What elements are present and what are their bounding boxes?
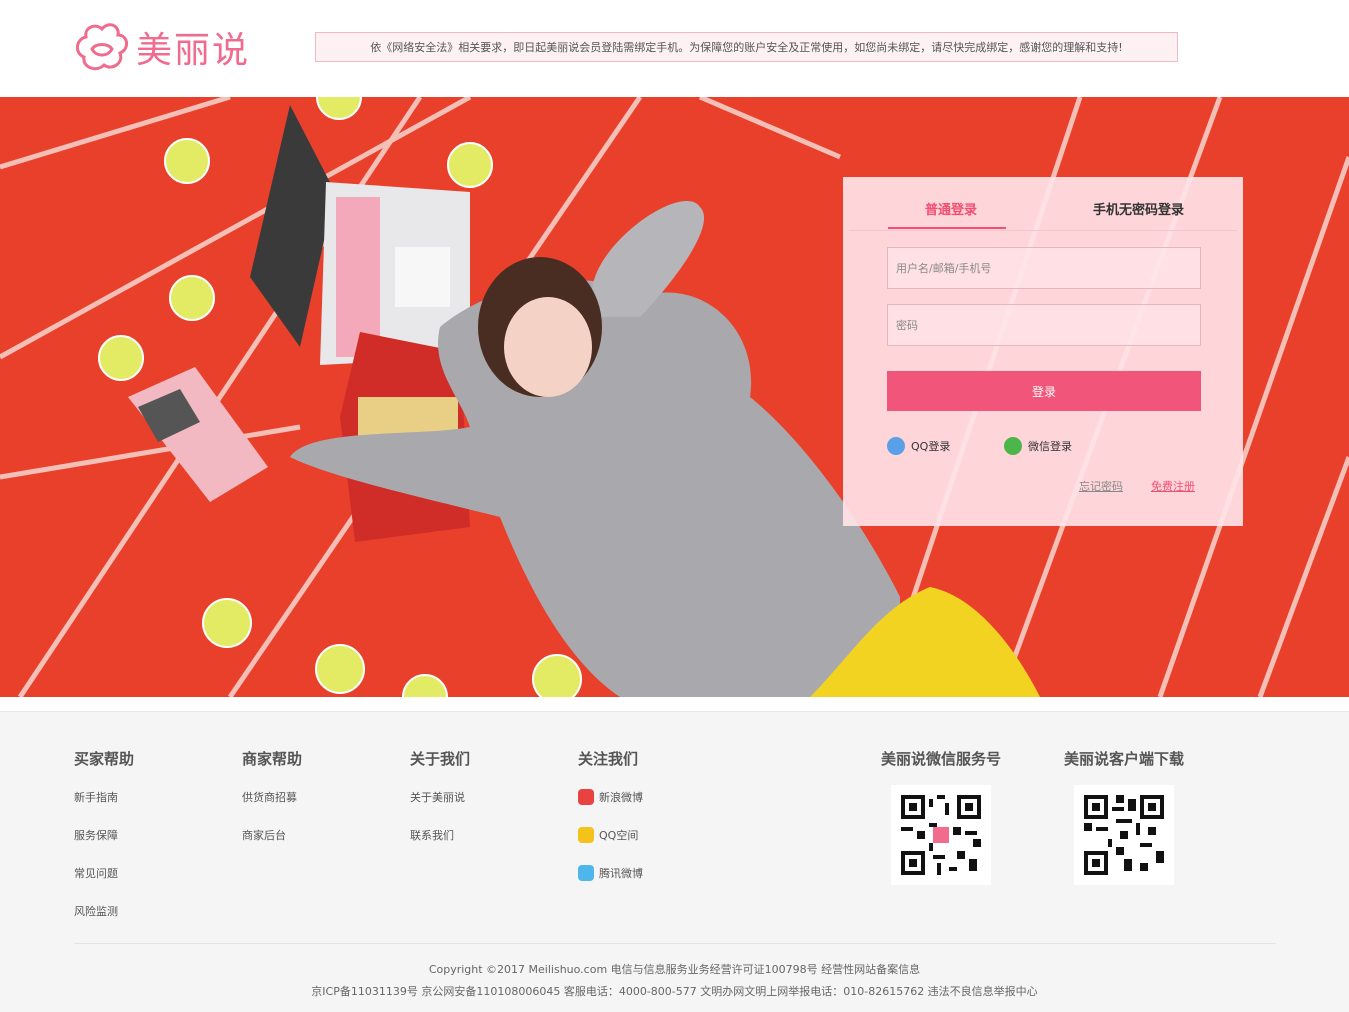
logo-text: 美丽说	[136, 30, 251, 71]
footer-link-label: 新浪微博	[599, 791, 643, 804]
footer-col-about: 关于我们 关于美丽说 联系我们	[410, 748, 470, 865]
footer-link-label: QQ空间	[599, 829, 639, 842]
footer-col-title: 商家帮助	[242, 750, 303, 768]
register-link[interactable]: 免费注册	[1151, 478, 1195, 494]
flower-logo-icon	[76, 23, 128, 71]
site-logo[interactable]: 美丽说	[74, 20, 274, 74]
tab-normal-login[interactable]: 普通登录	[925, 199, 977, 218]
weibo-icon	[578, 789, 594, 805]
wechat-qr-title: 美丽说微信服务号	[880, 750, 1001, 768]
wechat-icon	[1004, 437, 1022, 455]
footer-link[interactable]: 常见问题	[74, 865, 134, 903]
copyright-line-1: Copyright ©2017 Meilishuo.com 电信与信息服务业务经…	[428, 963, 921, 976]
footer-col-buyer: 买家帮助 新手指南 服务保障 常见问题 风险监测	[74, 748, 134, 941]
tencent-weibo-icon	[578, 865, 594, 881]
footer-col-seller: 商家帮助 供货商招募 商家后台	[242, 748, 302, 865]
footer-link[interactable]: 关于美丽说	[410, 789, 470, 827]
login-button[interactable]: 登录	[887, 371, 1201, 411]
app-qr-title: 美丽说客户端下载	[1063, 750, 1184, 768]
footer-col-title: 关注我们	[578, 750, 639, 768]
copyright-line-2: 京ICP备11031139号 京公网安备110108006045 客服电话：40…	[311, 985, 1038, 998]
footer-col-title: 关于我们	[410, 750, 471, 768]
app-qr-block: 美丽说客户端下载	[1059, 748, 1189, 885]
footer-link-qzone[interactable]: QQ空间	[578, 827, 643, 865]
qq-login-link[interactable]: QQ登录	[887, 437, 950, 455]
footer-divider	[74, 943, 1276, 944]
qq-icon	[887, 437, 905, 455]
footer-link-label: 腾讯微博	[599, 867, 643, 880]
wechat-qr-block: 美丽说微信服务号	[876, 748, 1006, 885]
app-qr-code	[1074, 785, 1174, 885]
username-input[interactable]: 用户名/邮箱/手机号	[887, 247, 1201, 289]
footer-link[interactable]: 供货商招募	[242, 789, 302, 827]
site-footer: 买家帮助 新手指南 服务保障 常见问题 风险监测 商家帮助 供货商招募 商家后台…	[0, 711, 1349, 1012]
qq-login-label: QQ登录	[911, 440, 951, 453]
footer-link[interactable]: 新手指南	[74, 789, 134, 827]
login-tabs: 普通登录 手机无密码登录	[849, 177, 1237, 231]
login-panel: 普通登录 手机无密码登录 用户名/邮箱/手机号 密码 登录 QQ登录 微信登录 …	[843, 177, 1243, 526]
site-header: 美丽说 依《网络安全法》相关要求，即日起美丽说会员登陆需绑定手机。为保障您的账户…	[0, 0, 1349, 97]
wechat-login-label: 微信登录	[1028, 440, 1072, 453]
footer-link[interactable]: 服务保障	[74, 827, 134, 865]
security-notice: 依《网络安全法》相关要求，即日起美丽说会员登陆需绑定手机。为保障您的账户安全及正…	[315, 32, 1178, 62]
password-input[interactable]: 密码	[887, 304, 1201, 346]
tab-phone-login[interactable]: 手机无密码登录	[1093, 199, 1184, 218]
active-tab-indicator	[888, 227, 1006, 229]
footer-link[interactable]: 商家后台	[242, 827, 302, 865]
footer-link[interactable]: 联系我们	[410, 827, 470, 865]
forgot-password-link[interactable]: 忘记密码	[1079, 478, 1123, 494]
qzone-icon	[578, 827, 594, 843]
footer-col-title: 买家帮助	[74, 750, 135, 768]
footer-col-follow: 关注我们 新浪微博 QQ空间 腾讯微博	[578, 748, 643, 903]
qr-code-icon	[901, 795, 981, 875]
hero-banner: 普通登录 手机无密码登录 用户名/邮箱/手机号 密码 登录 QQ登录 微信登录 …	[0, 97, 1349, 697]
qr-code-icon	[1084, 795, 1164, 875]
footer-link[interactable]: 风险监测	[74, 903, 134, 941]
footer-link-tencent-weibo[interactable]: 腾讯微博	[578, 865, 643, 903]
wechat-login-link[interactable]: 微信登录	[1004, 437, 1072, 455]
wechat-qr-code	[891, 785, 991, 885]
footer-link-weibo[interactable]: 新浪微博	[578, 789, 643, 827]
